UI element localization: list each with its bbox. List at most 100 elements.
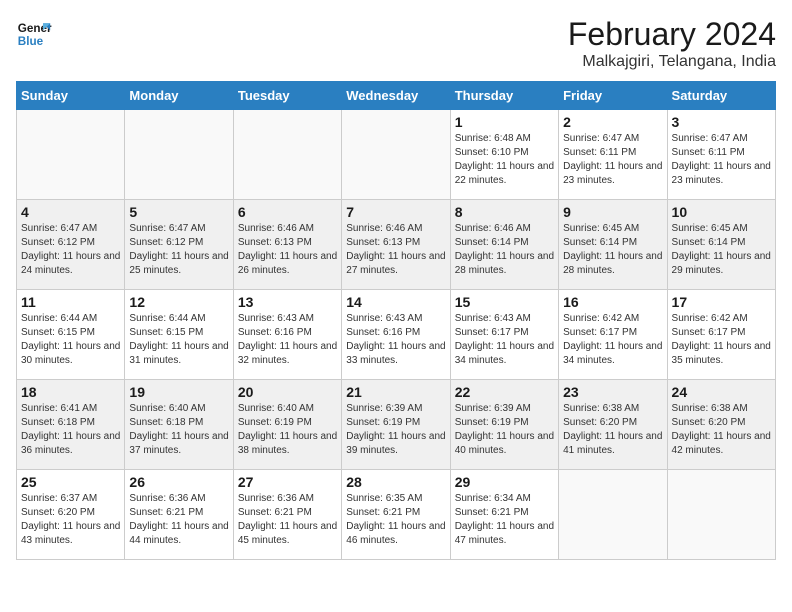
- calendar-header-row: SundayMondayTuesdayWednesdayThursdayFrid…: [17, 82, 776, 110]
- day-info: Sunrise: 6:35 AMSunset: 6:21 PMDaylight:…: [346, 492, 445, 548]
- calendar-cell: 18Sunrise: 6:41 AMSunset: 6:18 PMDayligh…: [17, 380, 125, 470]
- calendar-cell: 5 Sunrise: 6:47 AMSunset: 6:12 PMDaylight…: [125, 200, 233, 290]
- calendar-cell: 25 Sunrise: 6:37 AMSunset: 6:20 PMDayligh…: [17, 470, 125, 560]
- day-info: Sunrise: 6:46 AMSunset: 6:14 PMDaylight:…: [455, 222, 554, 278]
- day-number: 25: [21, 474, 120, 490]
- calendar-cell: 26 Sunrise: 6:36 AMSunset: 6:21 PMDayligh…: [125, 470, 233, 560]
- calendar-cell: 13Sunrise: 6:43 AMSunset: 6:16 PMDayligh…: [233, 290, 341, 380]
- day-number: 15: [455, 294, 554, 310]
- calendar-cell: 23Sunrise: 6:38 AMSunset: 6:20 PMDayligh…: [559, 380, 667, 470]
- calendar-cell: [559, 470, 667, 560]
- day-number: 2: [563, 114, 662, 130]
- calendar-header-friday: Friday: [559, 82, 667, 110]
- subtitle: Malkajgiri, Telangana, India: [568, 53, 776, 71]
- day-number: 13: [238, 294, 337, 310]
- day-info: Sunrise: 6:36 AMSunset: 6:21 PMDaylight:…: [238, 492, 337, 548]
- day-info: Sunrise: 6:40 AMSunset: 6:19 PMDaylight:…: [238, 402, 337, 458]
- calendar-week-row: 18Sunrise: 6:41 AMSunset: 6:18 PMDayligh…: [17, 380, 776, 470]
- day-number: 16: [563, 294, 662, 310]
- calendar-cell: 8 Sunrise: 6:46 AMSunset: 6:14 PMDaylight…: [450, 200, 558, 290]
- day-number: 12: [129, 294, 228, 310]
- day-number: 4: [21, 204, 120, 220]
- calendar-cell: 7 Sunrise: 6:46 AMSunset: 6:13 PMDaylight…: [342, 200, 450, 290]
- day-number: 22: [455, 384, 554, 400]
- day-info: Sunrise: 6:42 AMSunset: 6:17 PMDaylight:…: [563, 312, 662, 368]
- calendar-cell: [342, 110, 450, 200]
- day-info: Sunrise: 6:46 AMSunset: 6:13 PMDaylight:…: [346, 222, 445, 278]
- day-info: Sunrise: 6:36 AMSunset: 6:21 PMDaylight:…: [129, 492, 228, 548]
- calendar-cell: 27Sunrise: 6:36 AMSunset: 6:21 PMDayligh…: [233, 470, 341, 560]
- day-number: 26: [129, 474, 228, 490]
- calendar-cell: 1Sunrise: 6:48 AMSunset: 6:10 PMDaylight…: [450, 110, 558, 200]
- day-number: 7: [346, 204, 445, 220]
- day-number: 5: [129, 204, 228, 220]
- day-info: Sunrise: 6:44 AMSunset: 6:15 PMDaylight:…: [21, 312, 120, 368]
- day-info: Sunrise: 6:34 AMSunset: 6:21 PMDaylight:…: [455, 492, 554, 548]
- day-info: Sunrise: 6:43 AMSunset: 6:17 PMDaylight:…: [455, 312, 554, 368]
- day-number: 20: [238, 384, 337, 400]
- calendar-week-row: 11 Sunrise: 6:44 AMSunset: 6:15 PMDayligh…: [17, 290, 776, 380]
- day-number: 11: [21, 294, 120, 310]
- calendar-cell: 20 Sunrise: 6:40 AMSunset: 6:19 PMDayligh…: [233, 380, 341, 470]
- calendar-cell: [233, 110, 341, 200]
- day-number: 6: [238, 204, 337, 220]
- calendar-cell: 24 Sunrise: 6:38 AMSunset: 6:20 PMDayligh…: [667, 380, 775, 470]
- day-info: Sunrise: 6:45 AMSunset: 6:14 PMDaylight:…: [563, 222, 662, 278]
- day-number: 24: [672, 384, 771, 400]
- calendar-header-sunday: Sunday: [17, 82, 125, 110]
- svg-text:Blue: Blue: [18, 35, 44, 48]
- day-number: 19: [129, 384, 228, 400]
- calendar-cell: 4 Sunrise: 6:47 AMSunset: 6:12 PMDaylight…: [17, 200, 125, 290]
- calendar-cell: [125, 110, 233, 200]
- calendar-cell: 9 Sunrise: 6:45 AMSunset: 6:14 PMDaylight…: [559, 200, 667, 290]
- day-number: 9: [563, 204, 662, 220]
- calendar-cell: 16 Sunrise: 6:42 AMSunset: 6:17 PMDayligh…: [559, 290, 667, 380]
- calendar-cell: 21Sunrise: 6:39 AMSunset: 6:19 PMDayligh…: [342, 380, 450, 470]
- calendar-week-row: 4 Sunrise: 6:47 AMSunset: 6:12 PMDaylight…: [17, 200, 776, 290]
- calendar-header-thursday: Thursday: [450, 82, 558, 110]
- day-info: Sunrise: 6:43 AMSunset: 6:16 PMDaylight:…: [346, 312, 445, 368]
- day-info: Sunrise: 6:39 AMSunset: 6:19 PMDaylight:…: [346, 402, 445, 458]
- day-info: Sunrise: 6:47 AMSunset: 6:12 PMDaylight:…: [129, 222, 228, 278]
- calendar-header-monday: Monday: [125, 82, 233, 110]
- calendar-cell: 29 Sunrise: 6:34 AMSunset: 6:21 PMDayligh…: [450, 470, 558, 560]
- calendar-cell: 28 Sunrise: 6:35 AMSunset: 6:21 PMDayligh…: [342, 470, 450, 560]
- day-number: 29: [455, 474, 554, 490]
- calendar-cell: 14 Sunrise: 6:43 AMSunset: 6:16 PMDayligh…: [342, 290, 450, 380]
- day-number: 1: [455, 114, 554, 130]
- day-info: Sunrise: 6:37 AMSunset: 6:20 PMDaylight:…: [21, 492, 120, 548]
- calendar-table: SundayMondayTuesdayWednesdayThursdayFrid…: [16, 81, 776, 560]
- day-number: 14: [346, 294, 445, 310]
- day-info: Sunrise: 6:47 AMSunset: 6:12 PMDaylight:…: [21, 222, 120, 278]
- calendar-cell: 6 Sunrise: 6:46 AMSunset: 6:13 PMDaylight…: [233, 200, 341, 290]
- calendar-cell: 22 Sunrise: 6:39 AMSunset: 6:19 PMDayligh…: [450, 380, 558, 470]
- day-info: Sunrise: 6:41 AMSunset: 6:18 PMDaylight:…: [21, 402, 120, 458]
- calendar-cell: 15 Sunrise: 6:43 AMSunset: 6:17 PMDayligh…: [450, 290, 558, 380]
- day-number: 10: [672, 204, 771, 220]
- calendar-cell: 11 Sunrise: 6:44 AMSunset: 6:15 PMDayligh…: [17, 290, 125, 380]
- day-number: 17: [672, 294, 771, 310]
- day-info: Sunrise: 6:46 AMSunset: 6:13 PMDaylight:…: [238, 222, 337, 278]
- calendar-week-row: 1Sunrise: 6:48 AMSunset: 6:10 PMDaylight…: [17, 110, 776, 200]
- day-info: Sunrise: 6:39 AMSunset: 6:19 PMDaylight:…: [455, 402, 554, 458]
- calendar-header-wednesday: Wednesday: [342, 82, 450, 110]
- calendar-cell: 12Sunrise: 6:44 AMSunset: 6:15 PMDayligh…: [125, 290, 233, 380]
- page-header: General Blue February 2024 Malkajgiri, T…: [16, 16, 776, 71]
- day-info: Sunrise: 6:47 AMSunset: 6:11 PMDaylight:…: [563, 132, 662, 188]
- calendar-cell: 10 Sunrise: 6:45 AMSunset: 6:14 PMDayligh…: [667, 200, 775, 290]
- day-number: 8: [455, 204, 554, 220]
- day-number: 28: [346, 474, 445, 490]
- calendar-cell: 19 Sunrise: 6:40 AMSunset: 6:18 PMDayligh…: [125, 380, 233, 470]
- day-info: Sunrise: 6:38 AMSunset: 6:20 PMDaylight:…: [672, 402, 771, 458]
- day-info: Sunrise: 6:40 AMSunset: 6:18 PMDaylight:…: [129, 402, 228, 458]
- calendar-cell: 3Sunrise: 6:47 AMSunset: 6:11 PMDaylight…: [667, 110, 775, 200]
- calendar-week-row: 25 Sunrise: 6:37 AMSunset: 6:20 PMDayligh…: [17, 470, 776, 560]
- logo-icon: General Blue: [16, 16, 52, 52]
- calendar-cell: [17, 110, 125, 200]
- logo: General Blue: [16, 16, 52, 52]
- title-area: February 2024 Malkajgiri, Telangana, Ind…: [568, 16, 776, 71]
- day-info: Sunrise: 6:45 AMSunset: 6:14 PMDaylight:…: [672, 222, 771, 278]
- day-info: Sunrise: 6:42 AMSunset: 6:17 PMDaylight:…: [672, 312, 771, 368]
- day-number: 3: [672, 114, 771, 130]
- calendar-cell: 17 Sunrise: 6:42 AMSunset: 6:17 PMDayligh…: [667, 290, 775, 380]
